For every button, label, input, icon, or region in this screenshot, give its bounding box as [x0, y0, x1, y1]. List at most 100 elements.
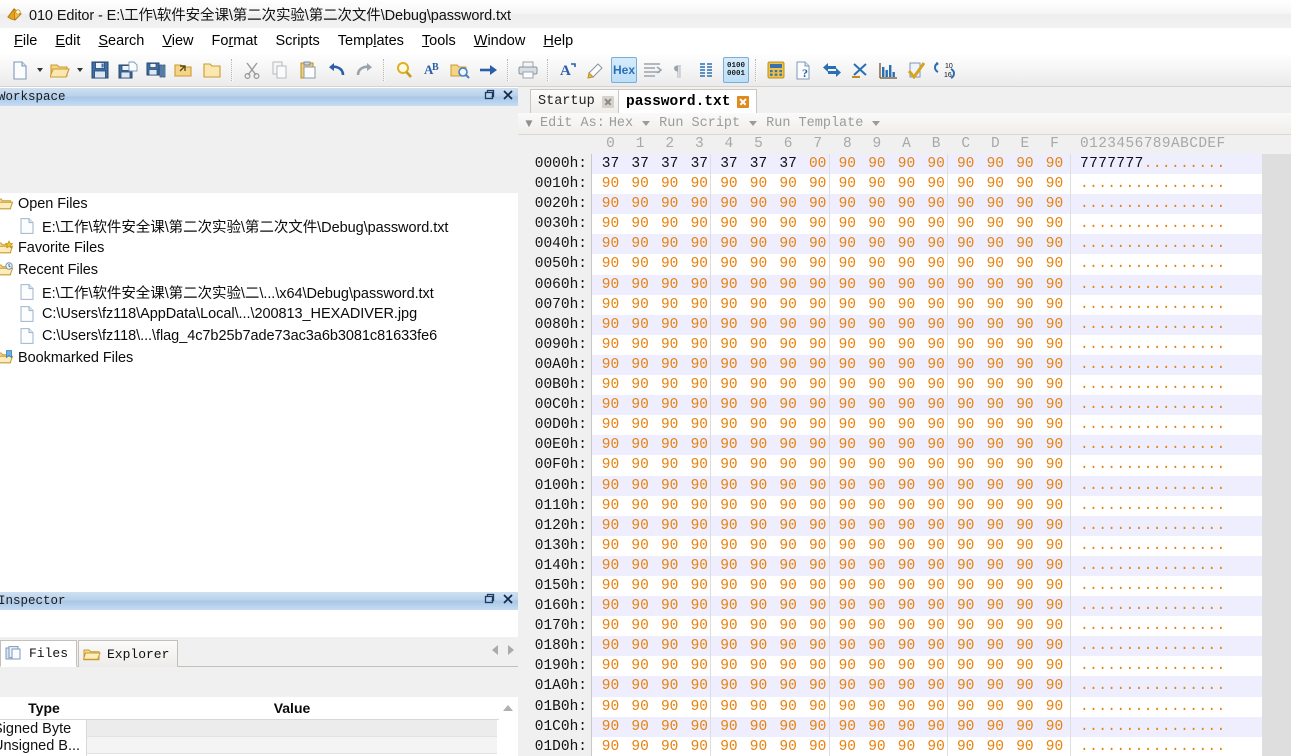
hex-byte[interactable]: 90 — [1010, 234, 1039, 254]
hex-byte[interactable]: 90 — [744, 697, 773, 717]
hex-byte[interactable]: 90 — [714, 355, 743, 375]
hex-row-bytes[interactable]: 90 90 90 90 90 90 90 90 90 90 90 90 90 90 90 90 — [592, 495, 1072, 516]
hex-byte[interactable]: 90 — [655, 536, 684, 556]
hex-byte[interactable]: 90 — [655, 596, 684, 616]
hex-byte[interactable]: 90 — [951, 656, 980, 676]
hex-row[interactable]: 00E0h: 90 90 90 90 90 90 90 90 90 90 90 90 90 90 90 90..… — [518, 435, 1291, 456]
hex-byte[interactable]: 90 — [744, 315, 773, 335]
hex-row-bytes[interactable]: 90 90 90 90 90 90 90 90 90 90 90 90 90 90 90 90 — [592, 354, 1072, 376]
tree-item-recent-files[interactable]: Recent Files — [0, 259, 518, 281]
menu-templates[interactable]: Templates — [329, 31, 413, 51]
hex-byte[interactable]: 90 — [596, 234, 625, 254]
hex-row-ascii[interactable]: ................ — [1080, 194, 1226, 214]
hex-byte[interactable]: 90 — [1040, 516, 1069, 536]
hex-byte[interactable]: 90 — [951, 476, 980, 496]
hex-byte[interactable]: 90 — [774, 254, 803, 274]
hex-row-bytes[interactable]: 90 90 90 90 90 90 90 90 90 90 90 90 90 90 90 90 — [592, 174, 1072, 195]
hex-row-ascii[interactable]: ................ — [1080, 697, 1226, 717]
hex-byte[interactable]: 90 — [1010, 737, 1039, 756]
calculator-icon[interactable] — [763, 57, 789, 83]
hex-byte[interactable]: 90 — [833, 234, 862, 254]
hex-byte[interactable]: 90 — [626, 395, 655, 415]
hex-byte[interactable]: 90 — [714, 214, 743, 234]
hex-byte[interactable]: 90 — [981, 676, 1010, 696]
hex-byte[interactable]: 90 — [655, 556, 684, 576]
hex-byte[interactable]: 90 — [1010, 516, 1039, 536]
hex-byte[interactable]: 90 — [1010, 355, 1039, 375]
hex-byte[interactable]: 90 — [1010, 335, 1039, 355]
hex-byte[interactable]: 90 — [981, 636, 1010, 656]
hex-row-bytes[interactable]: 90 90 90 90 90 90 90 90 90 90 90 90 90 90 90 90 — [592, 395, 1072, 416]
hex-row-bytes[interactable]: 90 90 90 90 90 90 90 90 90 90 90 90 90 90 90 90 — [592, 415, 1072, 436]
hex-row[interactable]: 01A0h: 90 90 90 90 90 90 90 90 90 90 90 90 90 90 90 90..… — [518, 676, 1291, 697]
hex-row[interactable]: 0140h: 90 90 90 90 90 90 90 90 90 90 90 90 90 90 90 90..… — [518, 555, 1291, 576]
hex-byte[interactable]: 90 — [1040, 174, 1069, 194]
hex-byte[interactable]: 90 — [714, 254, 743, 274]
hex-byte[interactable]: 90 — [1010, 435, 1039, 455]
hex-byte[interactable]: 90 — [626, 455, 655, 475]
collapse-icon[interactable]: ▼ — [518, 117, 540, 131]
hex-row[interactable]: 0190h: 90 90 90 90 90 90 90 90 90 90 90 90 90 90 90 90..… — [518, 656, 1291, 677]
close-icon[interactable] — [737, 95, 750, 108]
hex-byte[interactable]: 90 — [892, 174, 921, 194]
hex-row-ascii[interactable]: ................ — [1080, 476, 1226, 496]
tree-item-bookmarked-files[interactable]: Bookmarked Files — [0, 347, 518, 369]
hex-byte[interactable]: 90 — [862, 536, 891, 556]
hex-byte[interactable]: 90 — [862, 676, 891, 696]
hex-row-bytes[interactable]: 90 90 90 90 90 90 90 90 90 90 90 90 90 90 90 90 — [592, 455, 1072, 476]
hex-byte[interactable]: 90 — [626, 556, 655, 576]
hex-row-bytes[interactable]: 90 90 90 90 90 90 90 90 90 90 90 90 90 90 90 90 — [592, 636, 1072, 657]
hex-byte[interactable]: 90 — [981, 737, 1010, 756]
hex-byte[interactable]: 90 — [1040, 395, 1069, 415]
hex-row-ascii[interactable]: ................ — [1080, 295, 1226, 315]
cut-icon[interactable] — [239, 57, 265, 83]
hex-byte[interactable]: 90 — [981, 516, 1010, 536]
workspace-tree[interactable]: Open Files E:\工作\软件安全课\第二次实验\第二次文件\Debug… — [0, 193, 518, 637]
close-icon[interactable] — [601, 95, 614, 108]
hex-byte[interactable]: 90 — [862, 154, 891, 174]
hex-byte[interactable]: 90 — [774, 335, 803, 355]
hex-byte[interactable]: 90 — [951, 737, 980, 756]
hex-byte[interactable]: 90 — [892, 435, 921, 455]
hex-byte[interactable]: 90 — [596, 335, 625, 355]
hex-byte[interactable]: 90 — [951, 214, 980, 234]
hex-byte[interactable]: 90 — [714, 556, 743, 576]
hex-byte[interactable]: 90 — [833, 636, 862, 656]
hex-byte[interactable]: 90 — [626, 636, 655, 656]
hex-byte[interactable]: 90 — [655, 254, 684, 274]
hex-byte[interactable]: 90 — [744, 496, 773, 516]
hex-byte[interactable]: 90 — [981, 596, 1010, 616]
hex-byte[interactable]: 90 — [981, 576, 1010, 596]
hex-byte[interactable]: 90 — [951, 435, 980, 455]
open-file-dropdown[interactable] — [74, 57, 86, 83]
hex-row-bytes[interactable]: 90 90 90 90 90 90 90 90 90 90 90 90 90 90 90 90 — [592, 596, 1072, 617]
inspector-row-value[interactable] — [86, 720, 497, 737]
hex-byte[interactable]: 90 — [774, 355, 803, 375]
hex-byte[interactable]: 90 — [1010, 415, 1039, 435]
hex-byte[interactable]: 90 — [833, 154, 862, 174]
hex-byte[interactable]: 90 — [951, 556, 980, 576]
hex-byte[interactable]: 90 — [596, 435, 625, 455]
hex-byte[interactable]: 90 — [892, 556, 921, 576]
hex-row-ascii[interactable]: ................ — [1080, 536, 1226, 556]
hex-byte[interactable]: 90 — [1040, 636, 1069, 656]
hex-byte[interactable]: 90 — [1040, 496, 1069, 516]
hex-byte[interactable]: 90 — [951, 335, 980, 355]
hex-byte[interactable]: 90 — [833, 315, 862, 335]
hex-byte[interactable]: 90 — [774, 395, 803, 415]
line-wrap-icon[interactable] — [639, 57, 665, 83]
hex-byte[interactable]: 90 — [951, 315, 980, 335]
hex-row-bytes[interactable]: 90 90 90 90 90 90 90 90 90 90 90 90 90 90 90 90 — [592, 616, 1072, 637]
binary-mode-icon[interactable]: 0100 0001 — [723, 57, 749, 83]
hex-byte[interactable]: 90 — [951, 355, 980, 375]
hex-byte[interactable]: 90 — [714, 315, 743, 335]
hex-byte[interactable]: 90 — [714, 234, 743, 254]
inspector-float-button[interactable] — [483, 593, 495, 606]
save-icon[interactable] — [87, 57, 113, 83]
hex-byte[interactable]: 90 — [833, 717, 862, 737]
hex-byte[interactable]: 90 — [1040, 596, 1069, 616]
workspace-tab-files[interactable]: Files — [0, 640, 78, 667]
hex-byte[interactable]: 90 — [655, 616, 684, 636]
hex-byte[interactable]: 90 — [981, 315, 1010, 335]
hex-byte[interactable]: 90 — [1010, 455, 1039, 475]
